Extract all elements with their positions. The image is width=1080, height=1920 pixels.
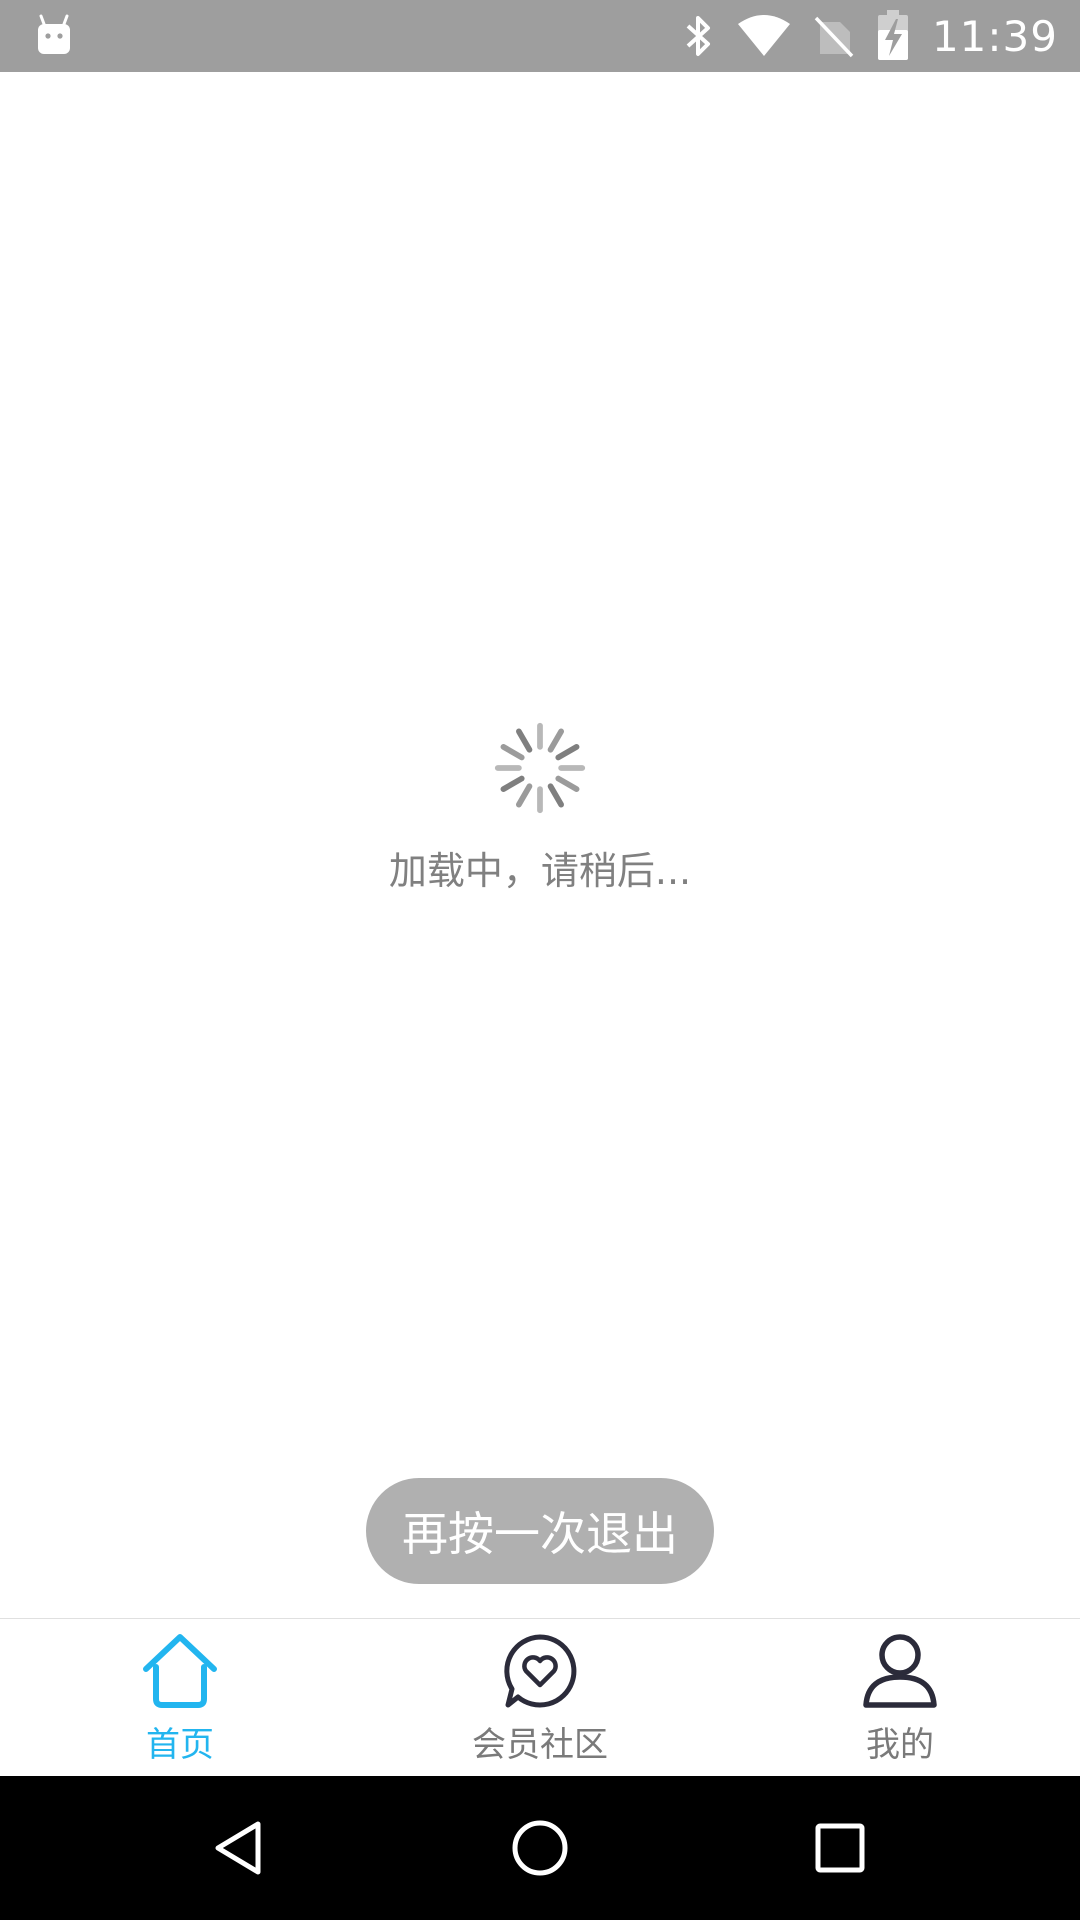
tab-home-label: 首页 bbox=[146, 1725, 214, 1765]
tab-profile[interactable]: 我的 bbox=[720, 1619, 1080, 1777]
loading-text: 加载中，请稍后... bbox=[388, 849, 692, 893]
android-app-icon bbox=[38, 14, 70, 54]
wifi-icon bbox=[737, 15, 790, 56]
status-time: 11:39 bbox=[931, 11, 1058, 61]
recents-icon[interactable] bbox=[810, 1818, 870, 1878]
spinner-tick bbox=[516, 783, 533, 808]
person-icon bbox=[863, 1634, 937, 1708]
spinner-icon bbox=[494, 722, 586, 814]
app-screen: 11:39 加载中，请稍后... 再按一次退出 首页 会员社区 我的 bbox=[0, 0, 1080, 1920]
tab-profile-label: 我的 bbox=[866, 1725, 934, 1765]
tab-community-label: 会员社区 bbox=[472, 1725, 608, 1765]
tab-home[interactable]: 首页 bbox=[0, 1619, 360, 1777]
back-icon[interactable] bbox=[210, 1818, 270, 1878]
spinner-tick bbox=[547, 783, 564, 808]
status-bar: 11:39 bbox=[0, 0, 1080, 72]
no-sim-icon bbox=[814, 16, 854, 58]
battery-charging-icon bbox=[877, 10, 908, 60]
loading-indicator: 加载中，请稍后... bbox=[0, 720, 1080, 895]
bottom-tab-bar: 首页 会员社区 我的 bbox=[0, 1618, 1080, 1777]
spinner-tick bbox=[500, 744, 525, 761]
spinner-tick bbox=[500, 775, 525, 792]
system-nav-bar bbox=[0, 1776, 1080, 1920]
chat-heart-icon bbox=[504, 1634, 577, 1708]
spinner-tick bbox=[547, 728, 564, 753]
tab-community[interactable]: 会员社区 bbox=[360, 1619, 720, 1777]
spinner-tick bbox=[516, 728, 533, 753]
home-circle-icon[interactable] bbox=[510, 1818, 570, 1878]
status-icons: 11:39 bbox=[684, 0, 1058, 72]
home-icon bbox=[143, 1634, 217, 1708]
bluetooth-icon bbox=[686, 16, 710, 56]
exit-toast: 再按一次退出 bbox=[366, 1478, 714, 1584]
spinner-tick bbox=[555, 744, 580, 761]
spinner-tick bbox=[555, 775, 580, 792]
